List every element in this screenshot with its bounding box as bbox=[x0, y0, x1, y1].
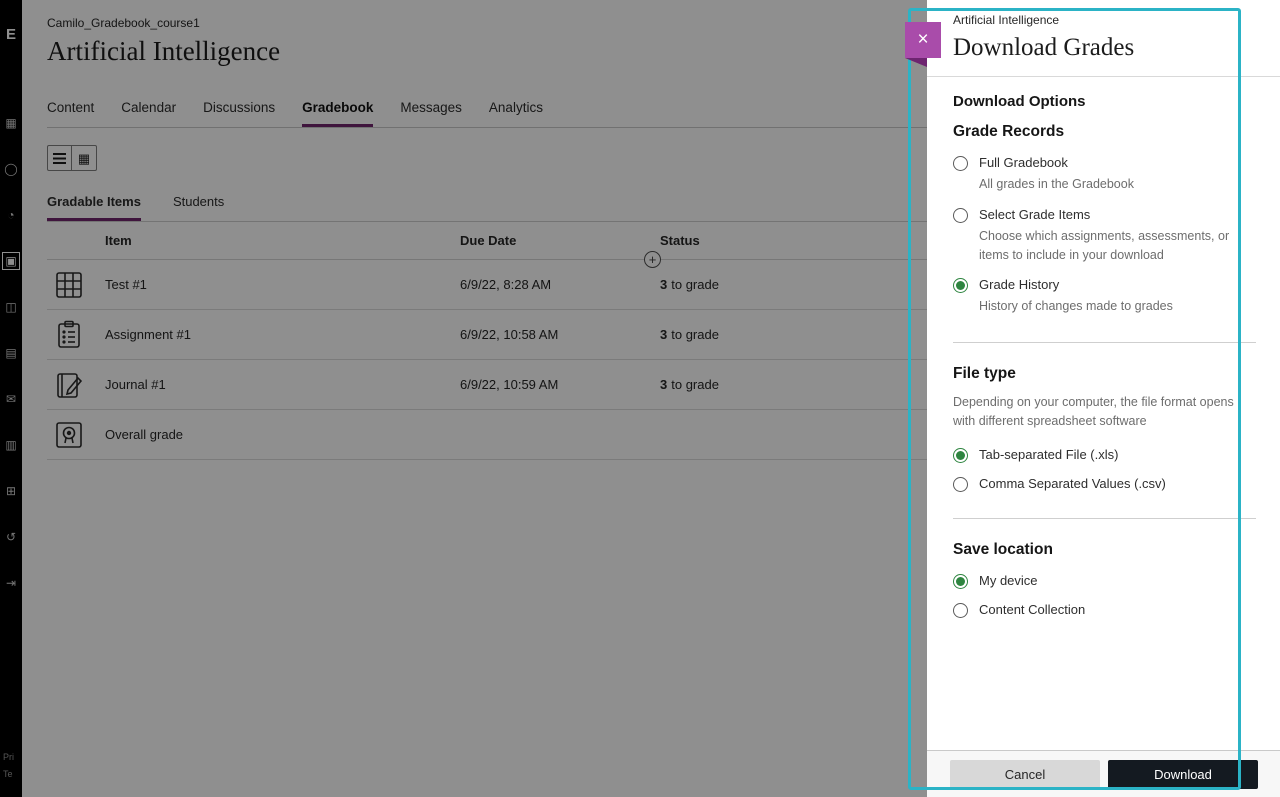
panel-header: Artificial Intelligence Download Grades bbox=[927, 0, 1280, 77]
radio-label: Select Grade Items bbox=[979, 207, 1256, 222]
radio-full-gradebook[interactable]: Full Gradebook All grades in the Gradebo… bbox=[953, 155, 1256, 194]
radio-tab-separated[interactable]: Tab-separated File (.xls) bbox=[953, 447, 1256, 463]
radio-label: Content Collection bbox=[979, 602, 1085, 617]
radio-label: Comma Separated Values (.csv) bbox=[979, 476, 1166, 491]
radio-comma-separated[interactable]: Comma Separated Values (.csv) bbox=[953, 476, 1256, 492]
radio-my-device[interactable]: My device bbox=[953, 573, 1256, 589]
radio-icon[interactable] bbox=[953, 156, 968, 171]
close-icon: × bbox=[917, 29, 928, 51]
radio-grade-history[interactable]: Grade History History of changes made to… bbox=[953, 277, 1256, 316]
download-options-heading: Download Options bbox=[953, 93, 1256, 110]
file-type-description: Depending on your computer, the file for… bbox=[953, 393, 1255, 431]
radio-content-collection[interactable]: Content Collection bbox=[953, 602, 1256, 618]
radio-icon[interactable] bbox=[953, 278, 968, 293]
app-window: E ▦ ◯ ◔ ▣ ◫ ▤ ✉ ▥ ⊞ ↺ ⇥ Pri Te Camilo_Gr… bbox=[0, 0, 1280, 797]
radio-icon[interactable] bbox=[953, 603, 968, 618]
radio-icon[interactable] bbox=[953, 448, 968, 463]
panel-title: Download Grades bbox=[953, 34, 1256, 62]
panel-footer: Cancel Download bbox=[927, 750, 1280, 797]
radio-icon[interactable] bbox=[953, 477, 968, 492]
radio-icon[interactable] bbox=[953, 208, 968, 223]
close-panel-button[interactable]: × bbox=[905, 22, 941, 58]
grade-records-heading: Grade Records bbox=[953, 123, 1256, 141]
section-divider bbox=[953, 518, 1256, 519]
download-button[interactable]: Download bbox=[1108, 760, 1258, 789]
download-grades-panel: Artificial Intelligence Download Grades … bbox=[927, 0, 1280, 797]
radio-description: All grades in the Gradebook bbox=[979, 175, 1134, 194]
file-type-heading: File type bbox=[953, 365, 1256, 383]
save-location-heading: Save location bbox=[953, 541, 1256, 559]
radio-icon[interactable] bbox=[953, 574, 968, 589]
radio-label: My device bbox=[979, 573, 1038, 588]
radio-label: Grade History bbox=[979, 277, 1173, 292]
radio-label: Tab-separated File (.xls) bbox=[979, 447, 1118, 462]
radio-description: Choose which assignments, assessments, o… bbox=[979, 227, 1256, 265]
panel-body: Download Options Grade Records Full Grad… bbox=[927, 77, 1280, 618]
radio-description: History of changes made to grades bbox=[979, 297, 1173, 316]
panel-course-context: Artificial Intelligence bbox=[953, 13, 1256, 27]
section-divider bbox=[953, 342, 1256, 343]
radio-select-grade-items[interactable]: Select Grade Items Choose which assignme… bbox=[953, 207, 1256, 265]
radio-label: Full Gradebook bbox=[979, 155, 1134, 170]
cancel-button[interactable]: Cancel bbox=[950, 760, 1100, 789]
